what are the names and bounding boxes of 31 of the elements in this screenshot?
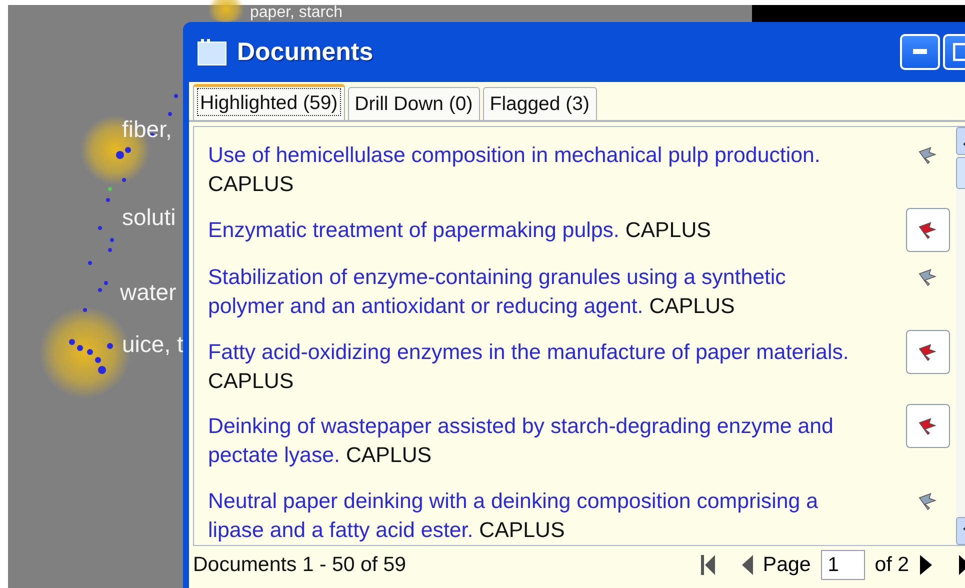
page-input[interactable]: 1: [820, 550, 865, 580]
document-entry[interactable]: Neutral paper deinking with a deinking composition comprising a lipase and a fatty acid ester. CAPLUS: [208, 487, 856, 545]
node-label: paper, starch: [250, 5, 342, 21]
flag-button[interactable]: [906, 404, 950, 448]
tab[interactable]: Flagged (3): [482, 87, 596, 120]
minimize-button[interactable]: [900, 34, 940, 70]
window-title: Documents: [237, 38, 374, 66]
minimize-icon: [913, 49, 927, 55]
window-icon: [197, 38, 227, 66]
document-entry[interactable]: Enzymatic treatment of papermaking pulps. CAPLUS: [208, 216, 856, 245]
flag-icon: [918, 220, 938, 240]
page-label: Page: [762, 553, 811, 577]
document-entry[interactable]: Stabilization of enzyme-containing granules using a synthetic polymer and an antioxidant or reducing agent. CAPLUS: [208, 262, 856, 321]
tab[interactable]: Highlighted (59): [193, 84, 345, 120]
previous-page-button[interactable]: [740, 554, 753, 576]
document-entry[interactable]: Use of hemicellulase composition in mechanical pulp production. CAPLUS: [208, 141, 856, 199]
document-entry[interactable]: Fatty acid-oxidizing enzymes in the manufacture of paper materials. CAPLUS: [208, 338, 856, 396]
tab[interactable]: Drill Down (0): [348, 87, 480, 120]
status-text: Documents 1 - 50 of 59: [193, 553, 406, 577]
flag-icon: [918, 342, 938, 362]
node-label: uice, t: [122, 333, 184, 356]
node-label: fiber,: [122, 118, 172, 141]
flag-icon: [918, 416, 938, 436]
page-total: of 2: [874, 553, 909, 577]
flag-button[interactable]: [906, 330, 950, 374]
next-page-button[interactable]: [919, 554, 933, 576]
document-entry[interactable]: Deinking of wastepaper assisted by starch-degrading enzyme and pectate lyase. CAPLUS: [208, 412, 856, 470]
first-page-button[interactable]: [700, 554, 715, 576]
flag-button[interactable]: [906, 208, 950, 252]
node-label: water: [120, 281, 176, 304]
node-label: soluti: [122, 206, 176, 229]
